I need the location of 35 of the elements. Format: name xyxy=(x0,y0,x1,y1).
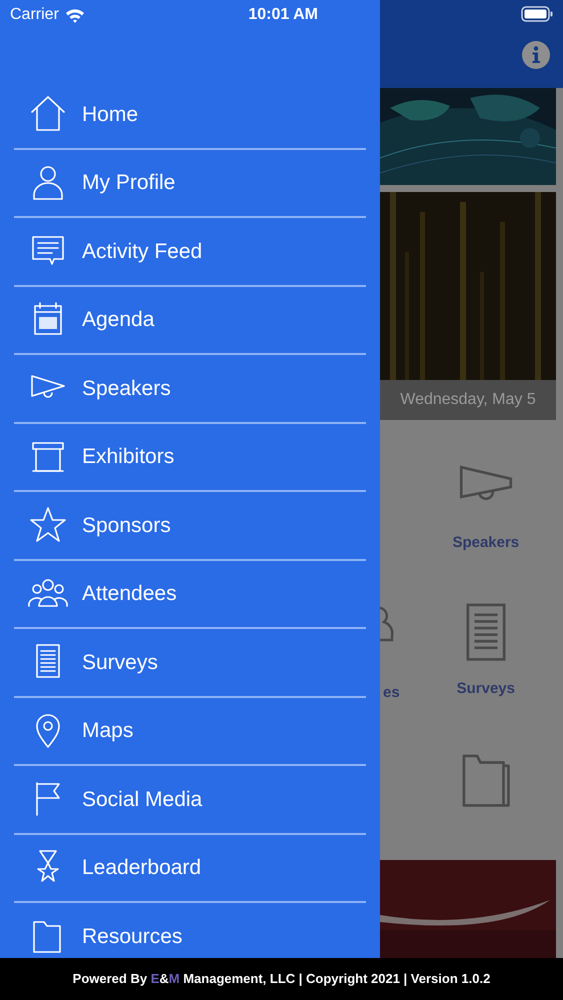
menu-label: Maps xyxy=(82,718,134,744)
menu-item[interactable]: Sponsors xyxy=(14,492,366,560)
menu-label: Attendees xyxy=(82,581,177,607)
menu-label: Surveys xyxy=(82,650,158,676)
menu-label: Exhibitors xyxy=(82,444,174,470)
clock-time: 10:01 AM xyxy=(248,5,318,25)
menu-label: Speakers xyxy=(82,376,171,402)
menu-item[interactable]: Social Media xyxy=(14,766,366,834)
menu-label: Resources xyxy=(82,924,182,950)
menu-item[interactable]: My Profile xyxy=(14,150,366,218)
menu-label: Sponsors xyxy=(82,512,171,538)
menu-label: Home xyxy=(82,102,138,128)
menu-label: Activity Feed xyxy=(82,238,202,264)
menu-item[interactable]: Speakers xyxy=(14,355,366,424)
menu-label: My Profile xyxy=(82,170,176,196)
grid-label[interactable]: Surveys xyxy=(456,678,515,700)
footer-text: Powered By E&M Management, LLC | Copyright 2021 | Version 1.0.2 xyxy=(72,970,490,988)
menu-label: Agenda xyxy=(82,307,154,333)
info-icon[interactable] xyxy=(522,41,550,69)
wifi-icon xyxy=(64,8,85,22)
menu-item[interactable]: Maps xyxy=(14,698,366,766)
menu-item[interactable]: Home xyxy=(14,81,366,150)
menu-item[interactable]: Surveys xyxy=(14,629,366,698)
menu-item[interactable]: Leaderboard xyxy=(14,834,366,903)
menu-item[interactable]: Exhibitors xyxy=(14,424,366,492)
menu-label: Leaderboard xyxy=(82,855,202,881)
menu-label: Social Media xyxy=(82,786,202,812)
menu-item[interactable]: Agenda xyxy=(14,286,366,355)
carrier-label: Carrier xyxy=(10,5,59,25)
menu-item[interactable]: Activity Feed xyxy=(14,218,366,286)
banner-date: Wednesday, May 5 xyxy=(400,390,536,410)
battery-icon xyxy=(521,6,553,22)
grid-label[interactable]: Speakers xyxy=(452,532,520,554)
grid-label: es xyxy=(383,683,400,703)
menu-item[interactable]: Attendees xyxy=(14,560,366,629)
